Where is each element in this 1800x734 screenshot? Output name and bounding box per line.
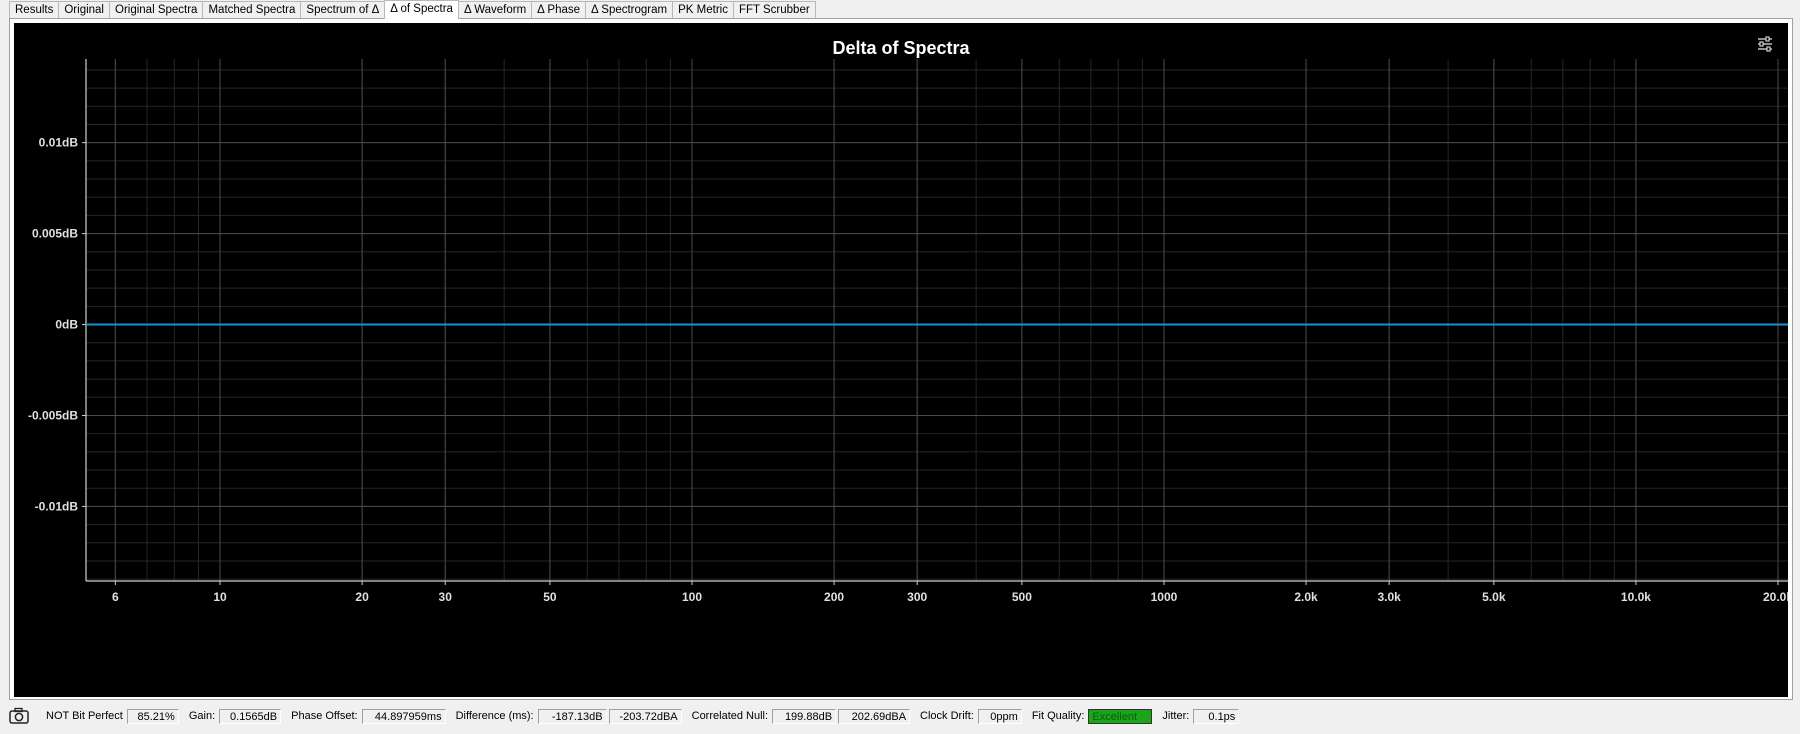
tab-10[interactable]: FFT Scrubber	[732, 1, 816, 18]
tab-9[interactable]: PK Metric	[672, 1, 734, 18]
correlated-null-dba: 202.69dBA	[838, 708, 911, 724]
x-tick-label: 20	[355, 590, 369, 604]
plot-area: 6 10 20 30 50 100 200 300 500 1000 2.0k 3.0k 5.0k 10.…	[14, 23, 1788, 697]
x-tick-label: 10	[213, 590, 227, 604]
gain-label: Gain:	[188, 710, 216, 722]
fit-quality-label: Fit Quality:	[1031, 710, 1085, 722]
bit-perfect-label: NOT Bit Perfect	[46, 710, 123, 722]
tab-1[interactable]: Original	[58, 1, 110, 18]
tab-3[interactable]: Matched Spectra	[202, 1, 302, 18]
y-tick-label: 0dB	[55, 318, 78, 332]
camera-icon[interactable]	[8, 706, 30, 726]
y-tick-label: -0.005dB	[28, 408, 78, 422]
tab-2[interactable]: Original Spectra	[109, 1, 204, 18]
difference-value-dba: -203.72dBA	[608, 708, 682, 724]
delta-of-spectra-chart: 6 10 20 30 50 100 200 300 500 1000 2.0k 3.0k 5.0k 10.…	[28, 59, 1788, 604]
fit-quality-value: Excellent	[1088, 708, 1153, 724]
x-tick-label: 200	[824, 590, 844, 604]
bit-perfect-value: 85.21%	[126, 708, 179, 724]
phase-offset-label: Phase Offset:	[291, 710, 358, 722]
y-tick-label: 0.005dB	[32, 227, 78, 241]
difference-label: Difference (ms):	[455, 710, 534, 722]
x-tick-label: 5.0k	[1482, 590, 1506, 604]
jitter-value: 0.1ps	[1193, 708, 1240, 724]
tab-0[interactable]: Results	[9, 1, 60, 18]
clock-drift-value: 0ppm	[977, 708, 1022, 724]
x-tick-label: 20.0k	[1763, 590, 1788, 604]
status-bar: NOT Bit Perfect 85.21% Gain: 0.1565dB Ph…	[0, 702, 1800, 730]
tab-8[interactable]: Δ Spectrogram	[585, 1, 674, 18]
x-tick-label: 500	[1012, 590, 1032, 604]
difference-value-db: -187.13dB	[537, 708, 607, 724]
x-tick-label: 1000	[1151, 590, 1178, 604]
x-tick-label: 6	[112, 590, 119, 604]
sliders-icon[interactable]	[1756, 35, 1774, 53]
x-tick-label: 50	[543, 590, 557, 604]
x-tick-label: 2.0k	[1294, 590, 1318, 604]
phase-offset-value: 44.897959ms	[361, 708, 446, 724]
x-tick-label: 3.0k	[1377, 590, 1401, 604]
tab-5[interactable]: Δ of Spectra	[384, 0, 459, 19]
chart-panel: 6 10 20 30 50 100 200 300 500 1000 2.0k 3.0k 5.0k 10.…	[9, 18, 1793, 700]
clock-drift-label: Clock Drift:	[920, 710, 974, 722]
x-tick-label: 30	[439, 590, 453, 604]
correlated-null-label: Correlated Null:	[691, 710, 769, 722]
y-tick-label: 0.01dB	[39, 136, 79, 150]
correlated-null-db: 199.88dB	[772, 708, 837, 724]
x-tick-label: 300	[907, 590, 927, 604]
tab-strip: Results Original Original Spectra Matched S…	[0, 0, 1800, 19]
jitter-label: Jitter:	[1162, 710, 1190, 722]
tab-7[interactable]: Δ Phase	[531, 1, 587, 18]
x-tick-label: 100	[682, 590, 702, 604]
x-tick-label: 10.0k	[1621, 590, 1651, 604]
y-tick-label: -0.01dB	[35, 499, 79, 513]
tab-6[interactable]: Δ Waveform	[457, 1, 533, 18]
gain-value: 0.1565dB	[219, 708, 282, 724]
chart-title: Delta of Spectra	[832, 38, 970, 58]
tab-4[interactable]: Spectrum of Δ	[300, 1, 386, 18]
